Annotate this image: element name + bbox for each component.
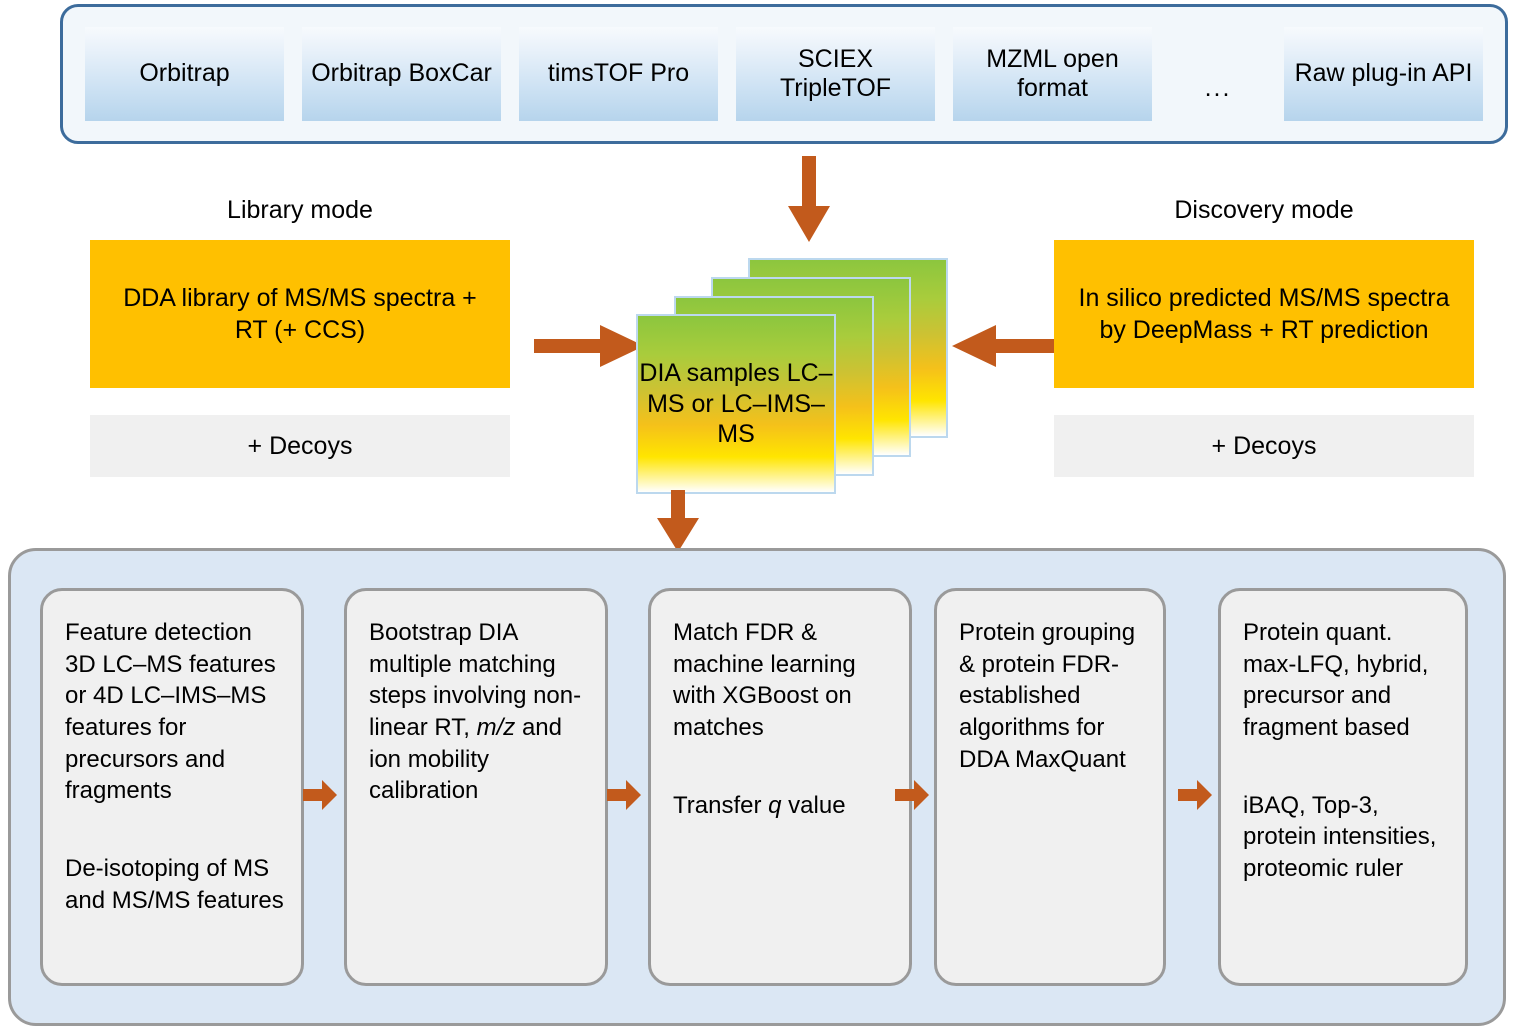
step-text: Feature detection 3D LC–MS features or 4… bbox=[65, 619, 276, 805]
instrument-card-sciex-tripletof[interactable]: SCIEX TripleTOF bbox=[736, 27, 935, 121]
instrument-card-orbitrap-boxcar[interactable]: Orbitrap BoxCar bbox=[302, 27, 501, 121]
discovery-mode-title: Discovery mode bbox=[1174, 196, 1354, 224]
instrument-input-bar: Orbitrap Orbitrap BoxCar timsTOF Pro SCI… bbox=[60, 4, 1508, 144]
step-text: iBAQ, Top-3, protein intensities, proteo… bbox=[1243, 791, 1437, 883]
arrow-right-icon-step-1-to-2 bbox=[303, 780, 337, 810]
dia-samples-stack: DIA samples LC–MS or LC–IMS–MS bbox=[636, 258, 948, 494]
arrow-down-icon-dia-to-pipeline bbox=[657, 490, 699, 552]
arrow-right-icon-library-to-dia bbox=[534, 325, 644, 367]
dia-sample-card-front: DIA samples LC–MS or LC–IMS–MS bbox=[636, 314, 836, 494]
discovery-decoys-box: + Decoys bbox=[1054, 415, 1474, 477]
library-mode-box: DDA library of MS/MS spectra + RT (+ CCS… bbox=[90, 240, 510, 388]
arrow-right-icon-step-4-to-5 bbox=[1178, 780, 1212, 810]
arrow-right-icon-step-3-to-4 bbox=[895, 780, 929, 810]
instrument-card-timstof-pro[interactable]: timsTOF Pro bbox=[519, 27, 718, 121]
step-text: Match FDR & machine learning with XGBoos… bbox=[673, 619, 856, 742]
instrument-card-orbitrap[interactable]: Orbitrap bbox=[85, 27, 284, 121]
pipeline-step-protein-grouping: Protein grouping & protein FDR-establish… bbox=[934, 588, 1166, 986]
step-text: Protein grouping & protein FDR-establish… bbox=[959, 619, 1136, 773]
step-text: Transfer q value bbox=[673, 791, 846, 819]
arrow-right-icon-step-2-to-3 bbox=[607, 780, 641, 810]
discovery-mode-box: In silico predicted MS/MS spectra by Dee… bbox=[1054, 240, 1474, 388]
arrow-left-icon-discovery-to-dia bbox=[952, 325, 1062, 367]
pipeline-step-protein-quant: Protein quant. max-LFQ, hybrid, precurso… bbox=[1218, 588, 1468, 986]
pipeline-step-match-fdr: Match FDR & machine learning with XGBoos… bbox=[648, 588, 912, 986]
step-text: Protein quant. max-LFQ, hybrid, precurso… bbox=[1243, 619, 1429, 742]
pipeline-step-bootstrap-dia: Bootstrap DIA multiple matching steps in… bbox=[344, 588, 608, 986]
step-text: Bootstrap DIA multiple matching steps in… bbox=[369, 619, 582, 805]
instrument-card-raw-plugin-api[interactable]: Raw plug-in API bbox=[1284, 27, 1483, 121]
instrument-card-mzml-open-format[interactable]: MZML open format bbox=[953, 27, 1152, 121]
step-text: De-isotoping of MS and MS/MS features bbox=[65, 855, 284, 914]
instrument-ellipsis: ... bbox=[1204, 74, 1232, 102]
arrow-down-icon-instruments-to-dia bbox=[788, 156, 830, 242]
pipeline-step-feature-detection: Feature detection 3D LC–MS features or 4… bbox=[40, 588, 304, 986]
dia-samples-label: DIA samples LC–MS or LC–IMS–MS bbox=[639, 359, 833, 449]
library-decoys-box: + Decoys bbox=[90, 415, 510, 477]
library-mode-title: Library mode bbox=[227, 196, 373, 224]
